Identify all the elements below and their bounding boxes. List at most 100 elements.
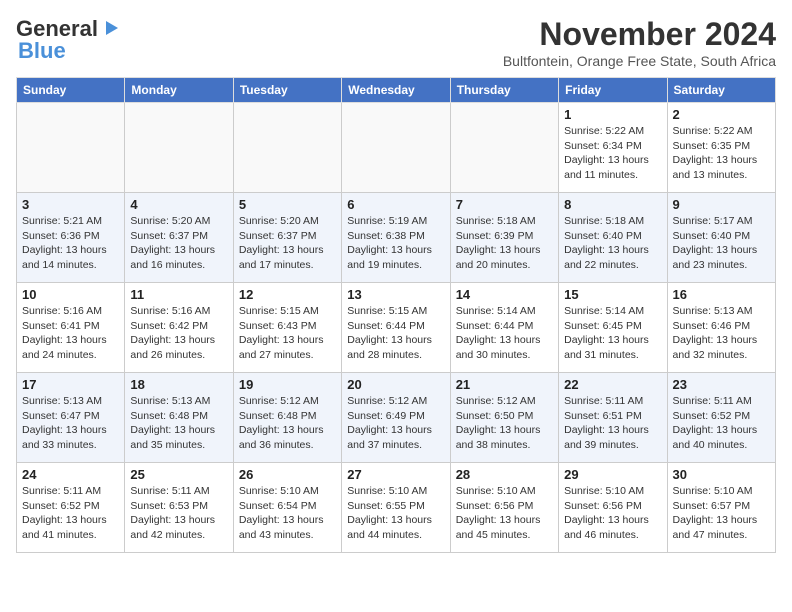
- calendar-cell: 4Sunrise: 5:20 AMSunset: 6:37 PMDaylight…: [125, 193, 233, 283]
- day-info: Sunrise: 5:12 AMSunset: 6:49 PMDaylight:…: [347, 394, 444, 453]
- calendar-cell: 20 Sunrise: 5:12 AMSunset: 6:49 PMDayligh…: [342, 373, 450, 463]
- day-number: 23: [673, 377, 770, 392]
- calendar-cell: [233, 103, 341, 193]
- day-info: Sunrise: 5:14 AMSunset: 6:44 PMDaylight:…: [456, 304, 553, 363]
- day-info: Sunrise: 5:20 AMSunset: 6:37 PMDaylight:…: [130, 214, 227, 273]
- logo: General Blue: [16, 16, 122, 64]
- day-info: Sunrise: 5:10 AMSunset: 6:56 PMDaylight:…: [564, 484, 661, 543]
- calendar-week-row: 1 Sunrise: 5:22 AMSunset: 6:34 PMDaylight…: [17, 103, 776, 193]
- day-info: Sunrise: 5:21 AMSunset: 6:36 PMDaylight:…: [22, 214, 119, 273]
- calendar-cell: 8 Sunrise: 5:18 AMSunset: 6:40 PMDaylight…: [559, 193, 667, 283]
- day-info: Sunrise: 5:11 AMSunset: 6:51 PMDaylight:…: [564, 394, 661, 453]
- day-number: 5: [239, 197, 336, 212]
- day-info: Sunrise: 5:12 AMSunset: 6:48 PMDaylight:…: [239, 394, 336, 453]
- day-number: 19: [239, 377, 336, 392]
- day-number: 16: [673, 287, 770, 302]
- calendar-table: SundayMondayTuesdayWednesdayThursdayFrid…: [16, 77, 776, 553]
- calendar-cell: 9 Sunrise: 5:17 AMSunset: 6:40 PMDaylight…: [667, 193, 775, 283]
- day-number: 12: [239, 287, 336, 302]
- calendar-cell: 19 Sunrise: 5:12 AMSunset: 6:48 PMDayligh…: [233, 373, 341, 463]
- logo-blue: Blue: [18, 38, 66, 64]
- weekday-header-monday: Monday: [125, 78, 233, 103]
- day-info: Sunrise: 5:11 AMSunset: 6:52 PMDaylight:…: [673, 394, 770, 453]
- month-title: November 2024: [503, 16, 776, 53]
- subtitle: Bultfontein, Orange Free State, South Af…: [503, 53, 776, 69]
- day-number: 27: [347, 467, 444, 482]
- day-info: Sunrise: 5:10 AMSunset: 6:55 PMDaylight:…: [347, 484, 444, 543]
- day-info: Sunrise: 5:19 AMSunset: 6:38 PMDaylight:…: [347, 214, 444, 273]
- day-info: Sunrise: 5:12 AMSunset: 6:50 PMDaylight:…: [456, 394, 553, 453]
- day-info: Sunrise: 5:22 AMSunset: 6:34 PMDaylight:…: [564, 124, 661, 183]
- day-info: Sunrise: 5:15 AMSunset: 6:43 PMDaylight:…: [239, 304, 336, 363]
- day-info: Sunrise: 5:16 AMSunset: 6:42 PMDaylight:…: [130, 304, 227, 363]
- weekday-header-thursday: Thursday: [450, 78, 558, 103]
- day-number: 30: [673, 467, 770, 482]
- calendar-cell: [125, 103, 233, 193]
- weekday-header-tuesday: Tuesday: [233, 78, 341, 103]
- day-number: 9: [673, 197, 770, 212]
- day-number: 22: [564, 377, 661, 392]
- calendar-cell: 6 Sunrise: 5:19 AMSunset: 6:38 PMDaylight…: [342, 193, 450, 283]
- weekday-header-saturday: Saturday: [667, 78, 775, 103]
- calendar-week-row: 24 Sunrise: 5:11 AMSunset: 6:52 PMDayligh…: [17, 463, 776, 553]
- calendar-cell: 25Sunrise: 5:11 AMSunset: 6:53 PMDayligh…: [125, 463, 233, 553]
- day-number: 8: [564, 197, 661, 212]
- day-number: 21: [456, 377, 553, 392]
- calendar-cell: 21 Sunrise: 5:12 AMSunset: 6:50 PMDayligh…: [450, 373, 558, 463]
- calendar-cell: 24 Sunrise: 5:11 AMSunset: 6:52 PMDayligh…: [17, 463, 125, 553]
- calendar-cell: 18Sunrise: 5:13 AMSunset: 6:48 PMDayligh…: [125, 373, 233, 463]
- logo-icon: [100, 17, 122, 39]
- day-number: 13: [347, 287, 444, 302]
- calendar-cell: [342, 103, 450, 193]
- day-number: 26: [239, 467, 336, 482]
- calendar-cell: 23 Sunrise: 5:11 AMSunset: 6:52 PMDayligh…: [667, 373, 775, 463]
- day-number: 29: [564, 467, 661, 482]
- calendar-cell: 29 Sunrise: 5:10 AMSunset: 6:56 PMDayligh…: [559, 463, 667, 553]
- day-number: 7: [456, 197, 553, 212]
- day-info: Sunrise: 5:16 AMSunset: 6:41 PMDaylight:…: [22, 304, 119, 363]
- calendar-cell: 1 Sunrise: 5:22 AMSunset: 6:34 PMDaylight…: [559, 103, 667, 193]
- day-info: Sunrise: 5:13 AMSunset: 6:47 PMDaylight:…: [22, 394, 119, 453]
- day-info: Sunrise: 5:11 AMSunset: 6:53 PMDaylight:…: [130, 484, 227, 543]
- calendar-cell: 3 Sunrise: 5:21 AMSunset: 6:36 PMDaylight…: [17, 193, 125, 283]
- day-number: 1: [564, 107, 661, 122]
- day-number: 18: [130, 377, 227, 392]
- day-info: Sunrise: 5:18 AMSunset: 6:39 PMDaylight:…: [456, 214, 553, 273]
- title-block: November 2024 Bultfontein, Orange Free S…: [503, 16, 776, 69]
- calendar-cell: [17, 103, 125, 193]
- day-info: Sunrise: 5:20 AMSunset: 6:37 PMDaylight:…: [239, 214, 336, 273]
- calendar-cell: 17Sunrise: 5:13 AMSunset: 6:47 PMDayligh…: [17, 373, 125, 463]
- calendar-cell: 22 Sunrise: 5:11 AMSunset: 6:51 PMDayligh…: [559, 373, 667, 463]
- calendar-cell: 16 Sunrise: 5:13 AMSunset: 6:46 PMDayligh…: [667, 283, 775, 373]
- calendar-cell: 14 Sunrise: 5:14 AMSunset: 6:44 PMDayligh…: [450, 283, 558, 373]
- calendar-week-row: 17Sunrise: 5:13 AMSunset: 6:47 PMDayligh…: [17, 373, 776, 463]
- calendar-cell: 10Sunrise: 5:16 AMSunset: 6:41 PMDayligh…: [17, 283, 125, 373]
- day-info: Sunrise: 5:17 AMSunset: 6:40 PMDaylight:…: [673, 214, 770, 273]
- calendar-cell: 28Sunrise: 5:10 AMSunset: 6:56 PMDayligh…: [450, 463, 558, 553]
- calendar-cell: [450, 103, 558, 193]
- calendar-week-row: 10Sunrise: 5:16 AMSunset: 6:41 PMDayligh…: [17, 283, 776, 373]
- day-number: 28: [456, 467, 553, 482]
- weekday-header-sunday: Sunday: [17, 78, 125, 103]
- calendar-cell: 15 Sunrise: 5:14 AMSunset: 6:45 PMDayligh…: [559, 283, 667, 373]
- calendar-cell: 12 Sunrise: 5:15 AMSunset: 6:43 PMDayligh…: [233, 283, 341, 373]
- weekday-header-wednesday: Wednesday: [342, 78, 450, 103]
- day-number: 6: [347, 197, 444, 212]
- day-info: Sunrise: 5:18 AMSunset: 6:40 PMDaylight:…: [564, 214, 661, 273]
- day-number: 15: [564, 287, 661, 302]
- day-number: 3: [22, 197, 119, 212]
- day-number: 11: [130, 287, 227, 302]
- weekday-header-friday: Friday: [559, 78, 667, 103]
- day-number: 20: [347, 377, 444, 392]
- day-info: Sunrise: 5:14 AMSunset: 6:45 PMDaylight:…: [564, 304, 661, 363]
- calendar-cell: 5 Sunrise: 5:20 AMSunset: 6:37 PMDaylight…: [233, 193, 341, 283]
- day-info: Sunrise: 5:11 AMSunset: 6:52 PMDaylight:…: [22, 484, 119, 543]
- day-info: Sunrise: 5:13 AMSunset: 6:46 PMDaylight:…: [673, 304, 770, 363]
- day-info: Sunrise: 5:15 AMSunset: 6:44 PMDaylight:…: [347, 304, 444, 363]
- calendar-cell: 30Sunrise: 5:10 AMSunset: 6:57 PMDayligh…: [667, 463, 775, 553]
- day-number: 24: [22, 467, 119, 482]
- calendar-week-row: 3 Sunrise: 5:21 AMSunset: 6:36 PMDaylight…: [17, 193, 776, 283]
- day-info: Sunrise: 5:10 AMSunset: 6:54 PMDaylight:…: [239, 484, 336, 543]
- day-number: 14: [456, 287, 553, 302]
- calendar-cell: 2Sunrise: 5:22 AMSunset: 6:35 PMDaylight…: [667, 103, 775, 193]
